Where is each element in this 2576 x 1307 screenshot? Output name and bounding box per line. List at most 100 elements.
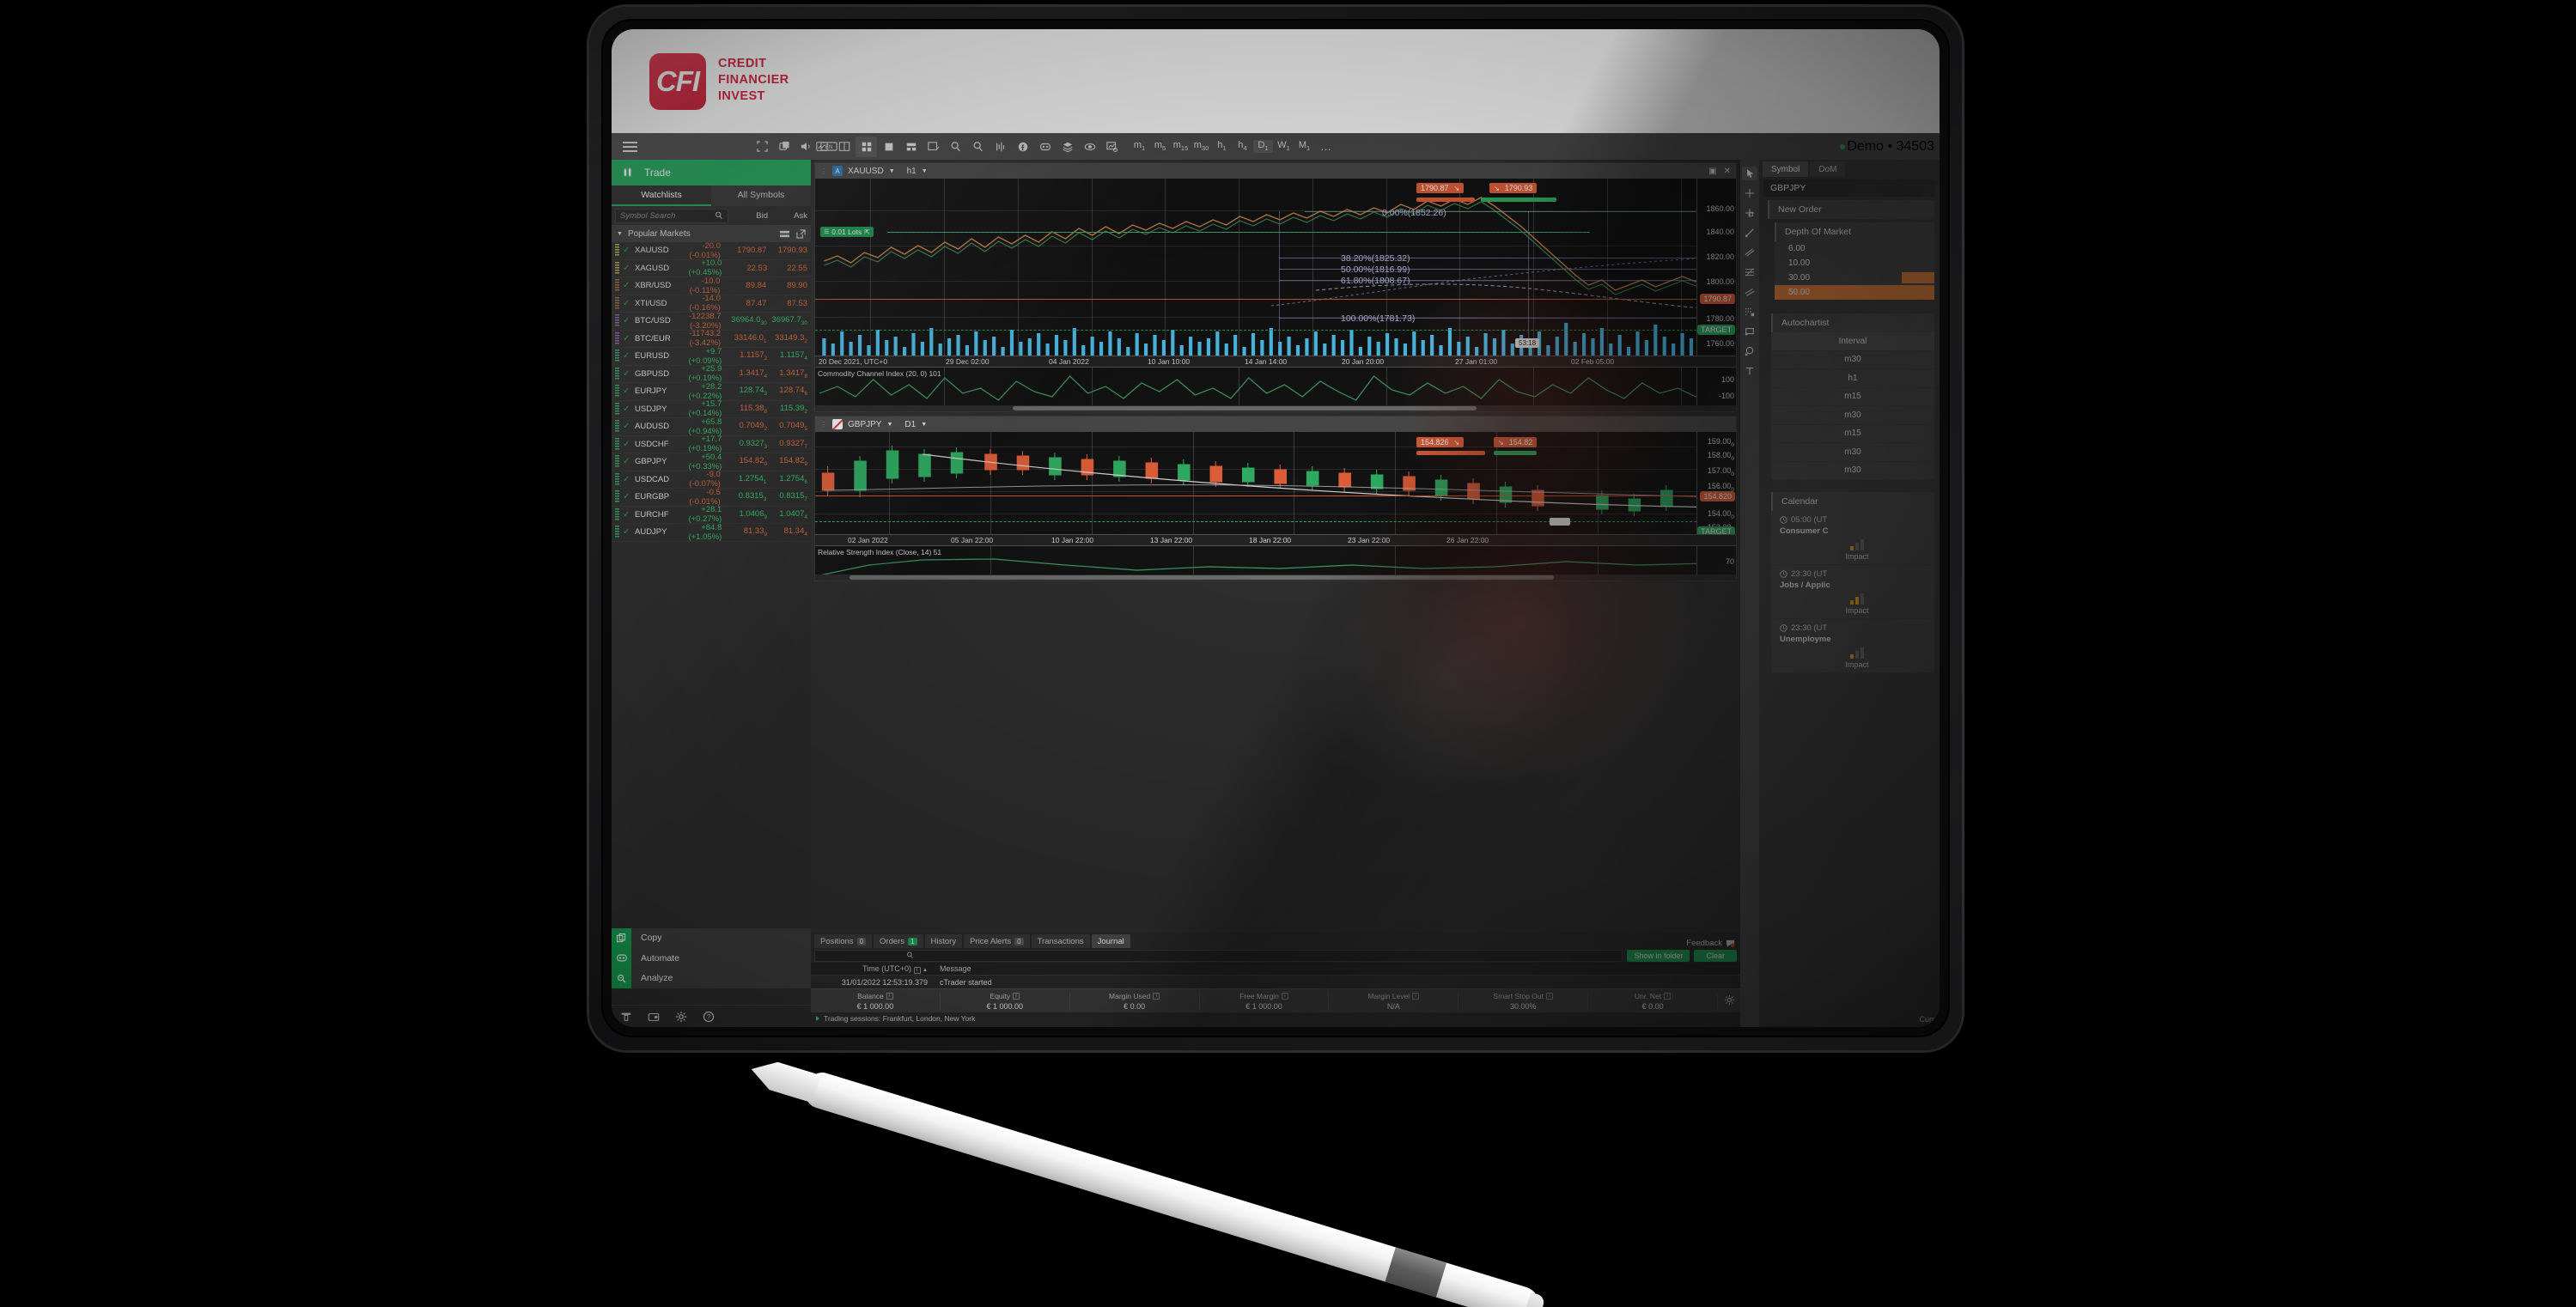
ellipse-icon[interactable] [1742, 344, 1757, 358]
account-indicator[interactable]: Demo • 34503 [1840, 139, 1940, 155]
single-view-icon[interactable] [878, 137, 899, 157]
chart-xauusd-hscroll[interactable] [815, 405, 1736, 411]
chart-gbpjpy-hscroll[interactable] [815, 574, 1736, 581]
info-icon[interactable]: i [1412, 992, 1420, 1000]
split-view-icon[interactable] [833, 137, 855, 157]
grid-view-icon[interactable] [856, 136, 877, 157]
status-settings-icon[interactable] [1718, 994, 1740, 1008]
new-order-title[interactable]: New Order [1768, 200, 1934, 219]
symbol-row[interactable]: ✓ USDCHF +17.7 (+0.19%) 0.93273 0.93277 [612, 435, 811, 453]
symbol-row[interactable]: ✓ AUDJPY +84.8 (+1.05%) 81.339 81.344 [612, 523, 811, 542]
signals-icon[interactable] [1012, 137, 1033, 157]
dom-row[interactable]: 50.00 [1775, 285, 1934, 300]
timeframe-h1[interactable]: h1 [1212, 140, 1232, 152]
symbol-row[interactable]: ✓ USDJPY +15.7 (+0.14%) 115.388 115.392 [612, 399, 811, 418]
chart-xauusd-price-axis[interactable]: 1860.00 1840.00 1820.00 1800.00 1780.00 … [1696, 179, 1736, 356]
zoom-out-icon[interactable] [967, 137, 989, 157]
calendar-item[interactable]: 05:00 (UT Consumer C Impact [1771, 511, 1934, 565]
timeframe-m5[interactable]: m5 [1150, 140, 1170, 152]
info-icon[interactable]: i [1013, 992, 1020, 1000]
right-symbol-label[interactable]: GBPJPY [1763, 179, 1935, 197]
indicators-icon[interactable] [990, 137, 1011, 157]
gbpjpy-ask-tag[interactable]: ↘ 154.82 [1494, 437, 1538, 447]
timeframe-W1[interactable]: W1 [1274, 140, 1294, 152]
check-icon[interactable]: ✓ [623, 316, 631, 325]
copy-window-icon[interactable] [773, 137, 795, 156]
symbol-row[interactable]: ✓ GBPUSD +25.9 (+0.19%) 1.34174 1.34178 [612, 364, 811, 383]
symbol-row[interactable]: ✓ AUDUSD +65.8 (+0.94%) 0.70492 0.70495 [612, 417, 811, 436]
chart-gbpjpy-timeframe[interactable]: D1 [904, 420, 916, 429]
info-icon[interactable]: i [1546, 992, 1554, 1000]
bottom-tab-orders[interactable]: Orders 1 [874, 934, 923, 948]
right-tab-symbol[interactable]: Symbol [1763, 161, 1809, 177]
timeframe-m15[interactable]: m15 [1171, 140, 1191, 152]
help-icon[interactable]: ? [703, 1011, 715, 1023]
check-icon[interactable]: ✓ [623, 510, 631, 520]
symbol-row[interactable]: ✓ USDCAD -9.0 (-0.07%) 1.27541 1.27546 [612, 470, 811, 489]
trade-header[interactable]: Trade [612, 160, 811, 185]
autochartist-row[interactable]: m30 [1771, 462, 1934, 480]
chevron-down-icon[interactable]: ▼ [921, 422, 927, 428]
symbol-search-input[interactable]: Symbol Search [615, 208, 728, 223]
dom-list[interactable]: 6.00 10.00 30.00 50.00 [1775, 241, 1934, 300]
symbol-row[interactable]: ✓ BTC/USD -12238.7 (-3.20%) 36964.030 36967.… [612, 312, 811, 331]
check-icon[interactable]: ✓ [623, 386, 631, 396]
autochartist-row[interactable]: m30 [1771, 406, 1934, 425]
ask-price-tag[interactable]: ↘ 1790.93 [1489, 183, 1538, 193]
chart-gbpjpy-time-axis[interactable]: 02 Jan 2022 05 Jan 22:00 10 Jan 22:00 13… [815, 534, 1736, 546]
symbol-row[interactable]: ✓ EURCHF +28.1 (+0.27%) 1.04069 1.04074 [612, 505, 811, 524]
timeframe-D1[interactable]: D1 [1253, 140, 1273, 153]
autochartist-row[interactable]: m15 [1771, 388, 1934, 406]
cursor-icon[interactable] [1742, 167, 1757, 180]
fibonacci-icon[interactable] [1742, 265, 1757, 279]
template-icon[interactable] [1101, 137, 1123, 157]
clear-button[interactable]: Clear [1694, 949, 1737, 962]
journal-col-message[interactable]: Message [940, 964, 1740, 973]
rectangle-icon[interactable] [1742, 325, 1757, 338]
check-icon[interactable]: ✓ [623, 264, 631, 273]
symbol-list[interactable]: ✓ XAUUSD -20.0 (-0.01%) 1790.87 1790.93 ✓ XAGU… [612, 242, 811, 551]
chart-xauusd-plot[interactable]: ☰ 0.01 Lots ⇱ 1790.87 ↘ ↘ 1790.93 0.00%(… [815, 179, 1736, 356]
dom-row[interactable]: 30.00 [1775, 271, 1934, 285]
bottom-tab-transactions[interactable]: Transactions [1031, 934, 1090, 948]
calendar-item[interactable]: 23:30 (UT Unemployme Impact [1771, 619, 1934, 673]
crosshair-marker-icon[interactable] [1742, 206, 1757, 220]
right-tab-dom[interactable]: DoM [1810, 161, 1846, 177]
chart-gbpjpy-plot[interactable]: 154.826 ↘ ↘ 154.82 159.000 158.000 157.0… [815, 432, 1736, 534]
bottom-tab-journal[interactable]: Journal [1091, 934, 1130, 948]
symbol-row[interactable]: ✓ XBR/USD -10.0 (-0.11%) 89.84 89.90 [612, 277, 811, 295]
bottom-tab-price-alerts[interactable]: Price Alerts 0 [964, 934, 1030, 948]
info-icon[interactable]: i [913, 966, 921, 974]
feedback-button[interactable]: Feedback [1686, 939, 1735, 948]
chart-close-icon[interactable]: ✕ [1724, 167, 1731, 176]
symbol-row[interactable]: ✓ XTI/USD -14.0 (-0.16%) 87.47 87.53 [612, 294, 811, 313]
calendar-list[interactable]: 05:00 (UT Consumer C Impact 23:30 (UT Jobs /… [1771, 511, 1934, 673]
lots-marker[interactable]: ☰ 0.01 Lots ⇱ [820, 227, 874, 237]
autochartist-title[interactable]: Autochartist [1771, 313, 1934, 332]
symbol-row[interactable]: ✓ BTC/EUR -11743.2 (-3.42%) 33146.01 33149.3… [612, 329, 811, 348]
sort-asc-icon[interactable]: ▲ [923, 968, 928, 973]
autochartist-list[interactable]: m30 h1 m15 m30 m15 m30 m30 [1771, 351, 1934, 480]
journal-search-input[interactable] [814, 949, 1623, 962]
check-icon[interactable]: ✓ [623, 527, 631, 537]
autochartist-row[interactable]: m15 [1771, 425, 1934, 443]
check-icon[interactable]: ✓ [623, 422, 631, 431]
symbol-row[interactable]: ✓ EURGBP -0.5 (-0.01%) 0.83153 0.83157 [612, 488, 811, 507]
calendar-title[interactable]: Calendar [1771, 492, 1934, 511]
info-icon[interactable]: i [1281, 992, 1288, 1000]
left-menu-analyze[interactable]: Analyze [612, 968, 811, 988]
autochartist-row[interactable]: m30 [1771, 443, 1934, 462]
gbpjpy-bid-tag[interactable]: 154.826 ↘ [1416, 437, 1465, 447]
autochartist-row[interactable]: h1 [1771, 369, 1934, 388]
calendar-item[interactable]: 23:30 (UT Jobs / Applic Impact [1771, 565, 1934, 619]
chevron-down-icon[interactable]: ▼ [922, 168, 928, 174]
autochartist-row[interactable]: m30 [1771, 351, 1934, 369]
bid-price-tag[interactable]: 1790.87 ↘ [1416, 183, 1465, 193]
timeframe-m30[interactable]: m30 [1191, 140, 1211, 152]
symbol-row[interactable]: ✓ GBPJPY +50.4 (+0.33%) 154.820 154.829 [612, 453, 811, 471]
check-icon[interactable]: ✓ [623, 492, 631, 502]
bottom-tab-positions[interactable]: Positions 0 [814, 934, 873, 948]
check-icon[interactable]: ✓ [623, 334, 631, 343]
chart-xauusd-cci[interactable]: Commodity Channel Index (20, 0) 101 100 … [815, 368, 1736, 406]
check-icon[interactable]: ✓ [623, 351, 631, 361]
